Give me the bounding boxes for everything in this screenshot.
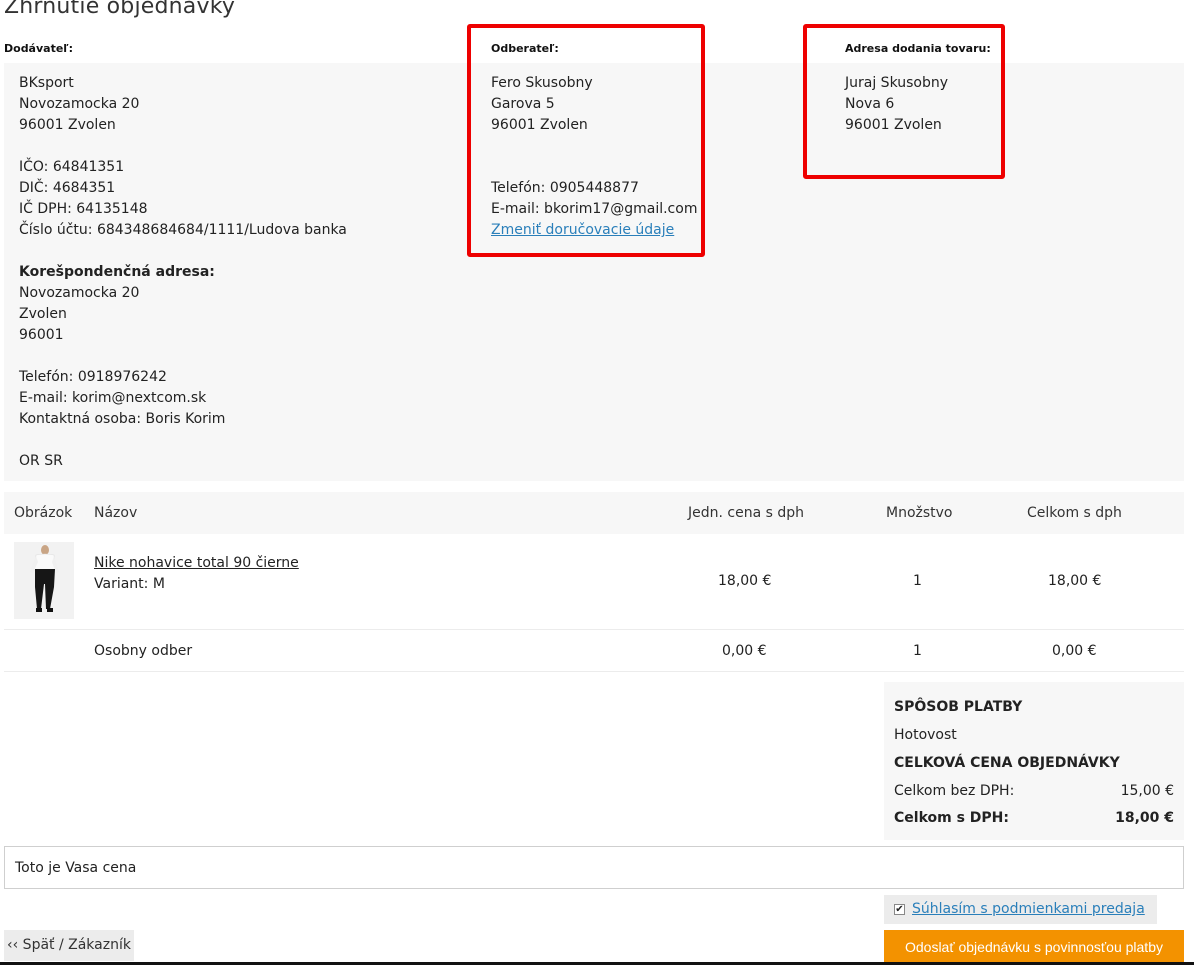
supplier-street: Novozamocka 20 bbox=[19, 96, 140, 112]
supplier-ico: IČO: 64841351 bbox=[19, 159, 125, 175]
shipping-unit-price: 0,00 € bbox=[722, 643, 767, 659]
row-divider bbox=[4, 629, 1184, 630]
correspondence-city: Zvolen bbox=[19, 306, 67, 322]
shipping-name: Osobny odber bbox=[94, 643, 193, 659]
total-without-vat-row: Celkom bez DPH: 15,00 € bbox=[894, 783, 1174, 799]
customer-highlight-box bbox=[467, 24, 705, 257]
correspondence-zip: 96001 bbox=[19, 327, 64, 343]
col-header-total: Celkom s dph bbox=[1027, 505, 1122, 521]
total-with-vat-row: Celkom s DPH: 18,00 € bbox=[894, 810, 1174, 826]
supplier-dic: DIČ: 4684351 bbox=[19, 180, 116, 196]
supplier-registry: OR SR bbox=[19, 453, 63, 469]
supplier-block: BKsport Novozamocka 20 96001 Zvolen IČO:… bbox=[19, 73, 347, 472]
supplier-ic-dph: IČ DPH: 64135148 bbox=[19, 201, 148, 217]
supplier-contact: Kontaktná osoba: Boris Korim bbox=[19, 411, 226, 427]
supplier-phone: Telefón: 0918976242 bbox=[19, 369, 167, 385]
product-unit-price: 18,00 € bbox=[718, 573, 772, 589]
total-heading: CELKOVÁ CENA OBJEDNÁVKY bbox=[894, 755, 1120, 771]
page-title: Zhrnutie objednávky bbox=[4, 0, 236, 19]
terms-link[interactable]: Súhlasím s podmienkami predaja bbox=[912, 901, 1145, 917]
payment-method: Hotovost bbox=[894, 727, 957, 743]
product-quantity: 1 bbox=[913, 573, 922, 589]
supplier-name: BKsport bbox=[19, 75, 74, 91]
col-header-name: Názov bbox=[94, 505, 138, 521]
shipping-quantity: 1 bbox=[913, 643, 922, 659]
back-button[interactable]: ‹‹ Späť / Zákazník bbox=[4, 930, 134, 961]
delivery-highlight-box bbox=[803, 24, 1005, 179]
supplier-account: Číslo účtu: 684348684684/1111/Ludova ban… bbox=[19, 222, 347, 238]
correspondence-street: Novozamocka 20 bbox=[19, 285, 140, 301]
total-with-vat-label: Celkom s DPH: bbox=[894, 810, 1009, 826]
shipping-total: 0,00 € bbox=[1052, 643, 1097, 659]
order-summary: SPÔSOB PLATBY Hotovost CELKOVÁ CENA OBJE… bbox=[884, 682, 1184, 840]
submit-order-button[interactable]: Odoslať objednávku s povinnosťou platby bbox=[884, 930, 1184, 965]
total-with-vat-value: 18,00 € bbox=[1115, 810, 1174, 826]
supplier-city: 96001 Zvolen bbox=[19, 117, 116, 133]
product-name-link[interactable]: Nike nohavice total 90 čierne bbox=[94, 555, 299, 571]
total-without-vat-value: 15,00 € bbox=[1120, 783, 1174, 799]
product-total: 18,00 € bbox=[1048, 573, 1102, 589]
col-header-unit-price: Jedn. cena s dph bbox=[688, 505, 805, 521]
supplier-email: E-mail: korim@nextcom.sk bbox=[19, 390, 207, 406]
supplier-label: Dodávateľ: bbox=[4, 42, 73, 55]
product-photo-icon bbox=[14, 542, 74, 619]
payment-heading: SPÔSOB PLATBY bbox=[894, 699, 1023, 715]
row-divider bbox=[4, 671, 1184, 672]
items-table-header: Obrázok Názov Jedn. cena s dph Množstvo … bbox=[4, 492, 1184, 534]
terms-agreement: ✔ Súhlasím s podmienkami predaja bbox=[884, 895, 1157, 924]
total-without-vat-label: Celkom bez DPH: bbox=[894, 783, 1015, 799]
product-variant: Variant: M bbox=[94, 576, 165, 592]
order-note-box: Toto je Vasa cena bbox=[4, 846, 1184, 889]
product-image[interactable] bbox=[14, 542, 74, 619]
terms-checkbox[interactable]: ✔ bbox=[894, 904, 905, 915]
order-note-text: Toto je Vasa cena bbox=[15, 860, 137, 876]
correspondence-label: Korešpondenčná adresa: bbox=[19, 264, 215, 280]
col-header-quantity: Množstvo bbox=[886, 505, 953, 521]
col-header-image: Obrázok bbox=[14, 505, 73, 521]
